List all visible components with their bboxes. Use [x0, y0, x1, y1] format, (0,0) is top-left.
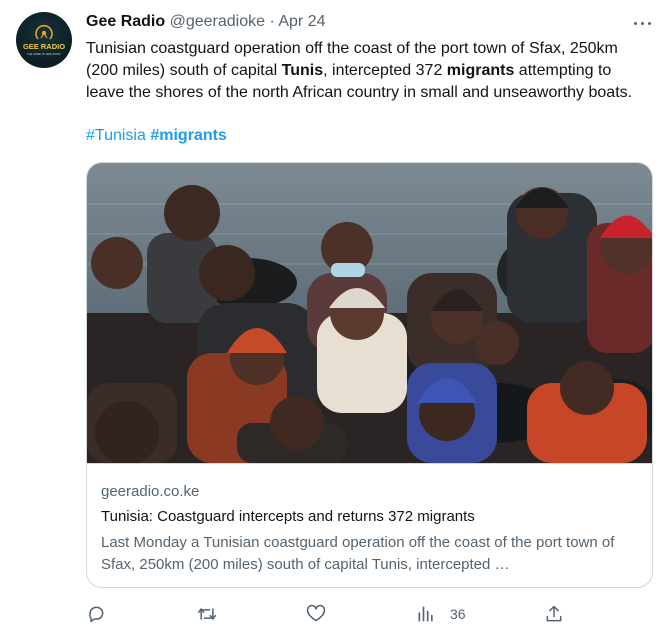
views-count: 36 [450, 606, 466, 622]
tweet-text-bold-migrants: migrants [446, 62, 515, 79]
avatar-logo-text: GEE RADIO [23, 42, 65, 51]
more-options-icon[interactable] [632, 14, 654, 34]
hashtag-tunisia[interactable]: #Tunisia [86, 127, 146, 144]
reply-icon [89, 606, 104, 623]
views-icon [418, 606, 433, 622]
tweet-text-bold-tunis: Tunis [281, 62, 324, 79]
views-button[interactable]: 36 [416, 602, 476, 626]
display-name[interactable]: Gee Radio [86, 13, 165, 30]
share-button[interactable] [544, 602, 568, 626]
hashtags: #Tunisia #migrants [86, 127, 227, 145]
tweet[interactable]: GEE RADIO THE HOME OF NEW MUSIC Gee Radi… [0, 0, 662, 643]
tweet-text: Tunisian coastguard operation off the co… [86, 38, 646, 104]
hashtag-migrants[interactable]: #migrants [150, 127, 226, 144]
card-title: Tunisia: Coastguard intercepts and retur… [101, 508, 475, 525]
retweet-button[interactable] [196, 602, 220, 626]
heart-icon [306, 604, 326, 622]
action-bar: 36 [86, 600, 646, 628]
tweet-text-part2: , intercepted 372 [323, 62, 447, 79]
link-card[interactable]: geeradio.co.ke Tunisia: Coastguard inter… [86, 162, 653, 588]
card-divider [87, 463, 652, 464]
card-domain: geeradio.co.ke [101, 483, 200, 500]
card-description: Last Monday a Tunisian coastguard operat… [101, 534, 615, 573]
card-image[interactable] [87, 163, 652, 463]
user-handle[interactable]: @geeradioke [170, 13, 265, 30]
gee-radio-logo-icon: GEE RADIO THE HOME OF NEW MUSIC [23, 24, 65, 56]
avatar-logo-subtext: THE HOME OF NEW MUSIC [27, 52, 61, 56]
avatar[interactable]: GEE RADIO THE HOME OF NEW MUSIC [16, 12, 72, 68]
tweet-date[interactable]: Apr 24 [278, 13, 325, 30]
migrants-boat-photo-icon [87, 163, 652, 463]
reply-button[interactable] [86, 602, 110, 626]
share-icon [546, 605, 562, 622]
tweet-header: Gee Radio @geeradioke · Apr 24 [86, 13, 326, 33]
retweet-icon [197, 608, 217, 620]
separator-dot: · [269, 13, 275, 30]
like-button[interactable] [306, 602, 330, 626]
